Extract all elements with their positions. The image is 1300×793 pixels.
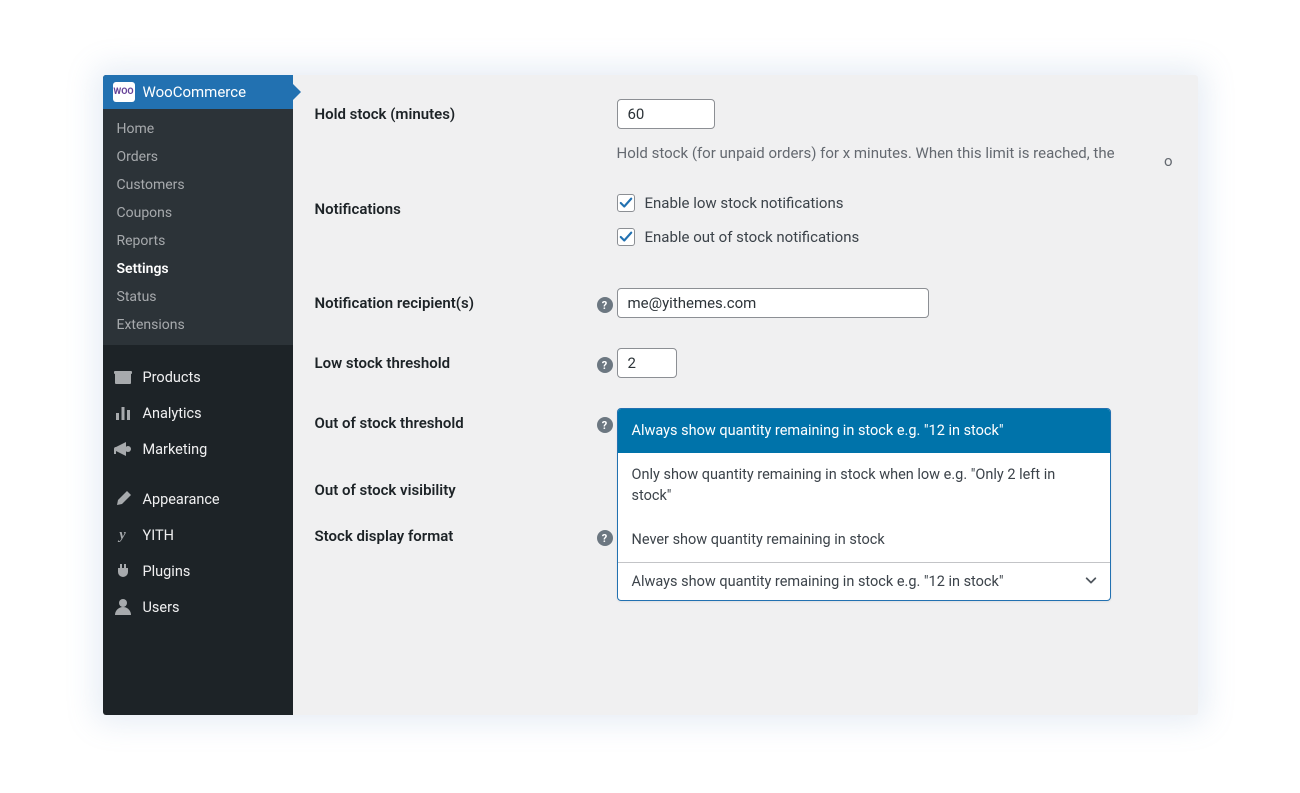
out-of-stock-checkbox[interactable] <box>617 228 635 246</box>
stock-display-format-select[interactable]: Always show quantity remaining in stock … <box>618 562 1110 600</box>
yith-icon: y <box>113 525 133 545</box>
chart-bar-icon <box>113 403 133 423</box>
sidebar-item-coupons[interactable]: Coupons <box>103 199 293 227</box>
sidebar-item-users[interactable]: Users <box>103 589 293 625</box>
dropdown-option[interactable]: Never show quantity remaining in stock <box>618 518 1110 562</box>
label-notifications: Notifications <box>315 194 593 218</box>
dropdown-option[interactable]: Always show quantity remaining in stock … <box>618 409 1110 453</box>
low-stock-checkbox[interactable] <box>617 194 635 212</box>
sidebar-item-plugins[interactable]: Plugins <box>103 553 293 589</box>
label-out-visibility: Out of stock visibility <box>315 475 593 499</box>
label-recipients: Notification recipient(s) <box>315 288 593 312</box>
plug-icon <box>113 561 133 581</box>
sidebar-item-products[interactable]: Products <box>103 359 293 395</box>
megaphone-icon <box>113 439 133 459</box>
woocommerce-submenu: Home Orders Customers Coupons Reports Se… <box>103 109 293 345</box>
low-stock-threshold-input[interactable] <box>617 348 677 378</box>
sidebar-item-orders[interactable]: Orders <box>103 143 293 171</box>
admin-mainmenu: Products Analytics Marketing Appearance <box>103 345 293 625</box>
sidebar-item-label: Analytics <box>143 405 202 422</box>
notification-recipients-input[interactable] <box>617 288 929 318</box>
label-out-threshold: Out of stock threshold <box>315 408 593 432</box>
sidebar-item-label: Users <box>143 599 180 616</box>
low-stock-checkbox-label: Enable low stock notifications <box>645 194 844 212</box>
stock-display-format-dropdown: Always show quantity remaining in stock … <box>617 408 1111 601</box>
sidebar-item-status[interactable]: Status <box>103 283 293 311</box>
sidebar-item-extensions[interactable]: Extensions <box>103 311 293 339</box>
hold-stock-description: Hold stock (for unpaid orders) for x min… <box>617 143 1176 164</box>
sidebar-item-reports[interactable]: Reports <box>103 227 293 255</box>
label-hold-stock: Hold stock (minutes) <box>315 99 593 123</box>
settings-content: Hold stock (minutes) Hold stock (for unp… <box>293 75 1198 715</box>
out-of-stock-checkbox-label: Enable out of stock notifications <box>645 228 860 246</box>
label-low-threshold: Low stock threshold <box>315 348 593 372</box>
sidebar-item-label: Products <box>143 369 201 386</box>
help-icon[interactable]: ? <box>597 357 613 373</box>
dropdown-option[interactable]: Only show quantity remaining in stock wh… <box>618 453 1110 518</box>
brush-icon <box>113 489 133 509</box>
sidebar-item-label: YITH <box>143 527 174 544</box>
select-value: Always show quantity remaining in stock … <box>632 573 1004 590</box>
label-display-format: Stock display format <box>315 521 593 545</box>
sidebar-item-home[interactable]: Home <box>103 115 293 143</box>
chevron-down-icon <box>1084 573 1098 591</box>
sidebar-item-analytics[interactable]: Analytics <box>103 395 293 431</box>
archive-icon <box>113 367 133 387</box>
sidebar-item-marketing[interactable]: Marketing <box>103 431 293 467</box>
user-icon <box>113 597 133 617</box>
sidebar-item-label: Plugins <box>143 563 191 580</box>
sidebar-item-settings[interactable]: Settings <box>103 255 293 283</box>
sidebar-item-appearance[interactable]: Appearance <box>103 481 293 517</box>
woocommerce-icon: WOO <box>113 82 135 102</box>
sidebar-item-yith[interactable]: y YITH <box>103 517 293 553</box>
admin-sidebar: WOO WooCommerce Home Orders Customers Co… <box>103 75 293 715</box>
help-icon[interactable]: ? <box>597 530 613 546</box>
help-icon[interactable]: ? <box>597 297 613 313</box>
help-icon[interactable]: ? <box>597 417 613 433</box>
sidebar-section-woocommerce[interactable]: WOO WooCommerce <box>103 75 293 109</box>
sidebar-item-label: Marketing <box>143 441 208 458</box>
sidebar-header-label: WooCommerce <box>143 83 247 101</box>
sidebar-item-label: Appearance <box>143 491 220 508</box>
hold-stock-input[interactable] <box>617 99 715 129</box>
sidebar-item-customers[interactable]: Customers <box>103 171 293 199</box>
